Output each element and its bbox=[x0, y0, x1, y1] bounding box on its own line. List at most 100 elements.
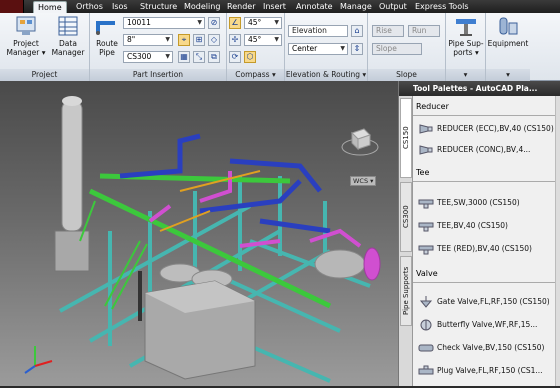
section-reducer: Reducer bbox=[416, 102, 449, 111]
link-icon[interactable]: ⊞ bbox=[193, 34, 205, 46]
ribbon: Project Manager ▾ Data Manager Project R… bbox=[0, 13, 560, 81]
data-manager-label-2: Manager bbox=[51, 48, 85, 57]
compass-icon[interactable]: ✢ bbox=[229, 34, 241, 46]
chevron-down-icon: ▼ bbox=[197, 19, 202, 26]
palette-tab-strip: CS150 CS300 Pipe Supports bbox=[399, 96, 413, 386]
spec-dropdown[interactable]: 10011 ▼ bbox=[123, 17, 205, 29]
data-manager-label-1: Data bbox=[59, 39, 77, 48]
part-insertion-panel: Route Pipe 10011 ▼ 8" ▼ CS300 ▼ ⊘ ⌖ ⊞ ◇ ▦ ⤡… bbox=[90, 13, 227, 81]
pipe-supports-button[interactable]: Pipe Sup- ports ▾ bbox=[447, 15, 485, 57]
wcs-menu[interactable]: WCS ▾ bbox=[350, 176, 377, 186]
snap-icon[interactable]: ⌖ bbox=[178, 34, 190, 46]
chevron-down-icon: ▼ bbox=[165, 53, 170, 60]
tool-palette-title-bar[interactable]: Tool Palettes - AutoCAD Pla... bbox=[399, 81, 560, 96]
tab-orthos[interactable]: Orthos bbox=[72, 1, 107, 13]
pipe-support-icon bbox=[456, 19, 476, 36]
equipment-button[interactable]: Equipment bbox=[487, 15, 529, 48]
section-divider bbox=[413, 181, 555, 182]
plug-valve-icon bbox=[418, 365, 434, 375]
tee-icon bbox=[418, 222, 434, 232]
reducer-icon bbox=[419, 124, 433, 134]
gate-valve-icon bbox=[419, 296, 433, 308]
check-valve-icon bbox=[418, 344, 434, 352]
palette-item[interactable]: Plug Valve,FL,RF,150 (CS1... bbox=[413, 362, 555, 380]
palette-item[interactable]: Gate Valve,FL,RF,150 (CS150) bbox=[413, 293, 555, 311]
justify-icon[interactable]: ⇕ bbox=[351, 43, 363, 55]
tab-structure[interactable]: Structure bbox=[136, 1, 181, 13]
palette-item-label: REDUCER (CONC),BV,4... bbox=[437, 145, 531, 154]
run-field[interactable]: Run bbox=[408, 25, 440, 37]
application-menu-button[interactable] bbox=[0, 0, 24, 13]
route-pipe-label-2: Pipe bbox=[99, 48, 115, 57]
angle-toggle-icon[interactable]: ∠ bbox=[229, 17, 241, 29]
tab-isos[interactable]: Isos bbox=[108, 1, 132, 13]
tab-home[interactable]: Home bbox=[33, 1, 67, 13]
tab-pipe-supports[interactable]: Pipe Supports bbox=[400, 256, 412, 326]
palette-scrollbar[interactable] bbox=[555, 96, 560, 386]
copy-icon[interactable]: ⧉ bbox=[208, 51, 220, 63]
section-divider bbox=[413, 115, 555, 116]
route-pipe-icon bbox=[96, 21, 115, 35]
part-insertion-panel-title: Part Insertion bbox=[90, 69, 226, 81]
data-manager-icon bbox=[58, 16, 78, 36]
palette-item[interactable]: REDUCER (ECC),BV,40 (CS150) bbox=[413, 120, 555, 138]
palette-item[interactable]: TEE,BV,40 (CS150) bbox=[413, 217, 555, 235]
palette-item[interactable]: Check Valve,BV,150 (CS150) bbox=[413, 339, 555, 357]
spec-tool-icon[interactable]: ⊘ bbox=[208, 17, 220, 29]
tab-express-tools[interactable]: Express Tools bbox=[411, 1, 473, 13]
palette-item[interactable]: REDUCER (CONC),BV,4... bbox=[413, 141, 555, 159]
palette-item-label: Butterfly Valve,WF,RF,15... bbox=[437, 320, 538, 329]
tab-output[interactable]: Output bbox=[375, 1, 411, 13]
slope-panel: Rise Run Slope Slope bbox=[368, 13, 446, 81]
slope-field[interactable]: Slope bbox=[372, 43, 422, 55]
tab-manage[interactable]: Manage bbox=[336, 1, 376, 13]
pipe-supports-panel-footer[interactable]: ▾ bbox=[446, 69, 485, 81]
tab-insert[interactable]: Insert bbox=[259, 1, 290, 13]
tab-cs300[interactable]: CS300 bbox=[400, 182, 412, 252]
palette-item-label: Check Valve,BV,150 (CS150) bbox=[437, 343, 545, 352]
palette-item-label: Gate Valve,FL,RF,150 (CS150) bbox=[437, 297, 550, 306]
elevation-field[interactable]: Elevation bbox=[288, 25, 348, 37]
viewcube[interactable] bbox=[340, 121, 380, 161]
rise-label: Rise bbox=[376, 26, 392, 35]
node-icon[interactable]: ◇ bbox=[208, 34, 220, 46]
model-viewport[interactable]: WCS ▾ bbox=[0, 81, 402, 386]
tee-icon bbox=[418, 199, 434, 209]
data-manager-button[interactable]: Data Manager bbox=[50, 15, 86, 57]
angle-dropdown-1[interactable]: 45° ▼ bbox=[244, 17, 282, 29]
plane-icon[interactable]: ⬡ bbox=[244, 51, 256, 63]
tab-render[interactable]: Render bbox=[223, 1, 259, 13]
pipe-supports-label-2: ports bbox=[453, 48, 473, 57]
palette-item[interactable]: Butterfly Valve,WF,RF,15... bbox=[413, 316, 555, 334]
grid-icon[interactable]: ▦ bbox=[178, 51, 190, 63]
equipment-panel-footer[interactable]: ▾ bbox=[486, 69, 530, 81]
butterfly-valve-icon bbox=[420, 319, 432, 331]
tool-palette-title: Tool Palettes - AutoCAD Pla... bbox=[413, 84, 538, 93]
tab-modeling[interactable]: Modeling bbox=[180, 1, 224, 13]
slope-label: Slope bbox=[376, 44, 397, 53]
angle-value-1: 45° bbox=[248, 18, 262, 27]
compass-panel-title: Compass ▾ bbox=[227, 69, 284, 81]
rotate-icon[interactable]: ⟳ bbox=[229, 51, 241, 63]
tab-annotate[interactable]: Annotate bbox=[292, 1, 337, 13]
size-dropdown[interactable]: 8" ▼ bbox=[123, 34, 173, 46]
compass-panel: ∠ 45° ▼ ✢ 45° ▼ ⟳ ⬡ Compass ▾ bbox=[227, 13, 285, 81]
route-pipe-button[interactable]: Route Pipe bbox=[92, 15, 122, 57]
class-dropdown[interactable]: CS300 ▼ bbox=[123, 51, 173, 63]
chevron-down-icon: ▼ bbox=[340, 45, 345, 52]
palette-item[interactable]: TEE (RED),BV,40 (CS150) bbox=[413, 240, 555, 258]
elevation-routing-panel-title: Elevation & Routing ▾ bbox=[285, 69, 367, 81]
tab-cs150[interactable]: CS150 bbox=[400, 98, 412, 178]
reducer-icon bbox=[419, 145, 433, 155]
angle-value-2: 45° bbox=[248, 35, 262, 44]
palette-item-label: REDUCER (ECC),BV,40 (CS150) bbox=[437, 124, 554, 133]
home-elevation-icon[interactable]: ⌂ bbox=[351, 25, 363, 37]
rise-field[interactable]: Rise bbox=[372, 25, 404, 37]
angle-dropdown-2[interactable]: 45° ▼ bbox=[244, 34, 282, 46]
class-value: CS300 bbox=[127, 52, 152, 61]
project-manager-button[interactable]: Project Manager ▾ bbox=[6, 15, 46, 57]
stretch-icon[interactable]: ⤡ bbox=[193, 51, 205, 63]
palette-item[interactable]: TEE,SW,3000 (CS150) bbox=[413, 194, 555, 212]
compass-panel-label: Compass bbox=[235, 70, 270, 79]
center-dropdown[interactable]: Center ▼ bbox=[288, 43, 348, 55]
